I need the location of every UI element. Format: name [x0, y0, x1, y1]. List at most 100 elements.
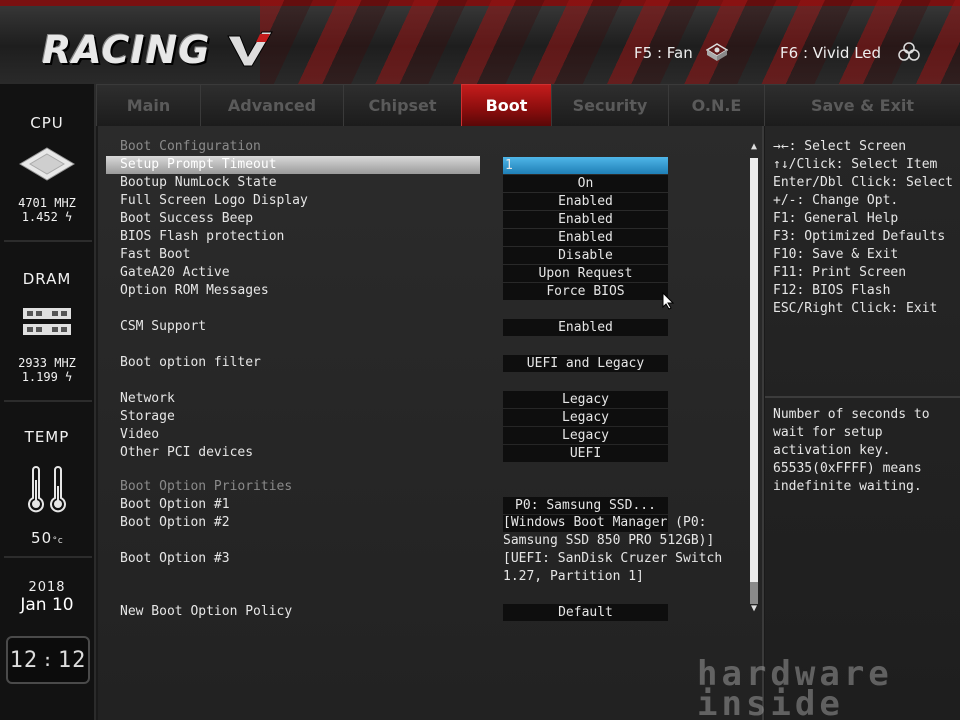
setting-row-logo-display[interactable]: Full Screen Logo Display Enabled — [98, 192, 748, 210]
dram-title: DRAM — [22, 270, 72, 288]
dram-voltage: 1.199 — [21, 370, 58, 384]
help-description-line: Number of seconds to — [773, 407, 930, 422]
setting-row-setup-prompt-timeout[interactable]: Setup Prompt Timeout 1 — [98, 156, 748, 174]
scrollbar-track[interactable] — [750, 158, 758, 604]
clock-colon: : — [42, 649, 54, 671]
tab-chipset[interactable]: Chipset — [343, 84, 461, 126]
dram-module-icon — [23, 308, 71, 335]
temp-status: TEMP — [0, 428, 94, 446]
setting-label: Boot Option #2 — [120, 515, 230, 530]
tab-security[interactable]: Security — [551, 84, 668, 126]
setting-label: Video — [120, 427, 160, 442]
tab-bar: Main Advanced Chipset Boot Security O.N.… — [96, 84, 960, 126]
setting-label: Bootup NumLock State — [120, 175, 277, 190]
boot-option-3-line1[interactable]: [UEFI: SanDisk Cruzer Switch — [503, 550, 722, 568]
help-key-general-help: F1: General Help — [773, 211, 899, 226]
mouse-cursor-icon — [662, 292, 674, 310]
setting-label: New Boot Option Policy — [120, 604, 293, 619]
video-select[interactable]: Legacy — [503, 427, 668, 444]
setting-row-other-pci[interactable]: Other PCI devices UEFI — [98, 444, 748, 462]
setting-label: CSM Support — [120, 319, 207, 334]
setting-row-video[interactable]: Video Legacy — [98, 426, 748, 444]
header-bar: RACING F5 : Fan F6 : Vivid Led — [0, 0, 960, 84]
scroll-down-arrow-icon[interactable]: ▼ — [749, 604, 759, 614]
tab-main[interactable]: Main — [96, 84, 200, 126]
setting-label: Fast Boot — [120, 247, 191, 262]
logo-v-icon — [227, 31, 273, 67]
fan-icon[interactable] — [706, 42, 728, 62]
vivid-led-hotkey[interactable]: F6 : Vivid Led — [780, 44, 881, 62]
help-key-select-screen: →←: Select Screen — [773, 139, 907, 154]
cpu-frequency: 4701 MHZ — [18, 196, 76, 210]
setup-prompt-timeout-input[interactable]: 1 — [503, 157, 668, 174]
divider — [4, 240, 92, 242]
setting-row-success-beep[interactable]: Boot Success Beep Enabled — [98, 210, 748, 228]
boot-option-1-select[interactable]: P0: Samsung SSD... — [503, 497, 668, 514]
clock-minute: 12 — [57, 647, 87, 673]
boot-option-3-line2: 1.27, Partition 1] — [503, 569, 644, 584]
boot-filter-select[interactable]: UEFI and Legacy — [503, 355, 668, 372]
help-key-print-screen: F11: Print Screen — [773, 265, 907, 280]
numlock-select[interactable]: On — [503, 175, 668, 192]
setting-label: Full Screen Logo Display — [120, 193, 308, 208]
help-divider — [765, 396, 960, 398]
network-select[interactable]: Legacy — [503, 391, 668, 408]
bolt-icon: ϟ — [57, 370, 73, 384]
temperature-unit: °c — [52, 536, 63, 546]
flash-protection-select[interactable]: Enabled — [503, 229, 668, 246]
setting-label: Boot option filter — [120, 355, 261, 370]
help-key-select-item: ↑↓/Click: Select Item — [773, 157, 938, 172]
help-key-optimized-defaults: F3: Optimized Defaults — [773, 229, 946, 244]
storage-select[interactable]: Legacy — [503, 409, 668, 426]
tab-advanced[interactable]: Advanced — [200, 84, 343, 126]
setting-label: Boot Option #3 — [120, 551, 230, 566]
watermark-line2: inside — [697, 684, 844, 720]
setting-row-numlock[interactable]: Bootup NumLock State On — [98, 174, 748, 192]
new-boot-policy-select[interactable]: Default — [503, 604, 668, 621]
thermometer-icon — [28, 466, 66, 513]
setting-row-boot-option-3[interactable]: Boot Option #3 [UEFI: SanDisk Cruzer Swi… — [98, 550, 748, 568]
setting-label: BIOS Flash protection — [120, 229, 285, 244]
scroll-up-arrow-icon[interactable]: ▲ — [749, 142, 759, 152]
csm-support-select[interactable]: Enabled — [503, 319, 668, 336]
help-description-line: 65535(0xFFFF) means — [773, 461, 922, 476]
brand-logo: RACING — [42, 28, 211, 72]
dram-frequency: 2933 MHZ — [18, 356, 76, 370]
setting-row-storage[interactable]: Storage Legacy — [98, 408, 748, 426]
scrollbar-thumb[interactable] — [750, 582, 758, 604]
tab-one[interactable]: O.N.E — [668, 84, 764, 126]
help-key-save-exit: F10: Save & Exit — [773, 247, 899, 262]
success-beep-select[interactable]: Enabled — [503, 211, 668, 228]
temperature-value: 50 — [31, 529, 53, 547]
setting-label: Setup Prompt Timeout — [120, 157, 277, 172]
fast-boot-select[interactable]: Disable — [503, 247, 668, 264]
setting-row-csm[interactable]: CSM Support Enabled — [98, 318, 748, 336]
setting-row-boot-option-2[interactable]: Boot Option #2 [Windows Boot Manager (P0… — [98, 514, 748, 532]
setting-row-option-rom[interactable]: Option ROM Messages Force BIOS — [98, 282, 748, 300]
tab-save-exit[interactable]: Save & Exit — [764, 84, 960, 126]
boot-settings-panel: Boot Configuration Setup Prompt Timeout … — [98, 126, 764, 720]
led-icon[interactable] — [898, 42, 920, 62]
gatea20-select[interactable]: Upon Request — [503, 265, 668, 282]
setting-row-boot-filter[interactable]: Boot option filter UEFI and Legacy — [98, 354, 748, 372]
setting-label: Option ROM Messages — [120, 283, 269, 298]
logo-display-select[interactable]: Enabled — [503, 193, 668, 210]
temp-title: TEMP — [24, 428, 70, 446]
setting-label: Network — [120, 391, 175, 406]
date-year: 2018 — [28, 580, 66, 595]
date-day: Jan 10 — [20, 595, 74, 615]
setting-row-network[interactable]: Network Legacy — [98, 390, 748, 408]
help-key-exit: ESC/Right Click: Exit — [773, 301, 938, 316]
fan-hotkey[interactable]: F5 : Fan — [634, 44, 693, 62]
date-display: 2018 Jan 10 — [0, 580, 94, 615]
other-pci-select[interactable]: UEFI — [503, 445, 668, 462]
setting-row-gatea20[interactable]: GateA20 Active Upon Request — [98, 264, 748, 282]
status-sidebar: CPU 4701 MHZ 1.452 ϟ DRAM 2933 MHZ 1.199… — [0, 84, 96, 720]
option-rom-select[interactable]: Force BIOS — [503, 283, 668, 300]
setting-row-fast-boot[interactable]: Fast Boot Disable — [98, 246, 748, 264]
setting-row-flash-protection[interactable]: BIOS Flash protection Enabled — [98, 228, 748, 246]
setting-row-new-boot-policy[interactable]: New Boot Option Policy Default — [98, 603, 748, 621]
setting-label: Storage — [120, 409, 175, 424]
tab-boot[interactable]: Boot — [461, 84, 551, 126]
setting-row-boot-option-1[interactable]: Boot Option #1 P0: Samsung SSD... — [98, 496, 748, 514]
